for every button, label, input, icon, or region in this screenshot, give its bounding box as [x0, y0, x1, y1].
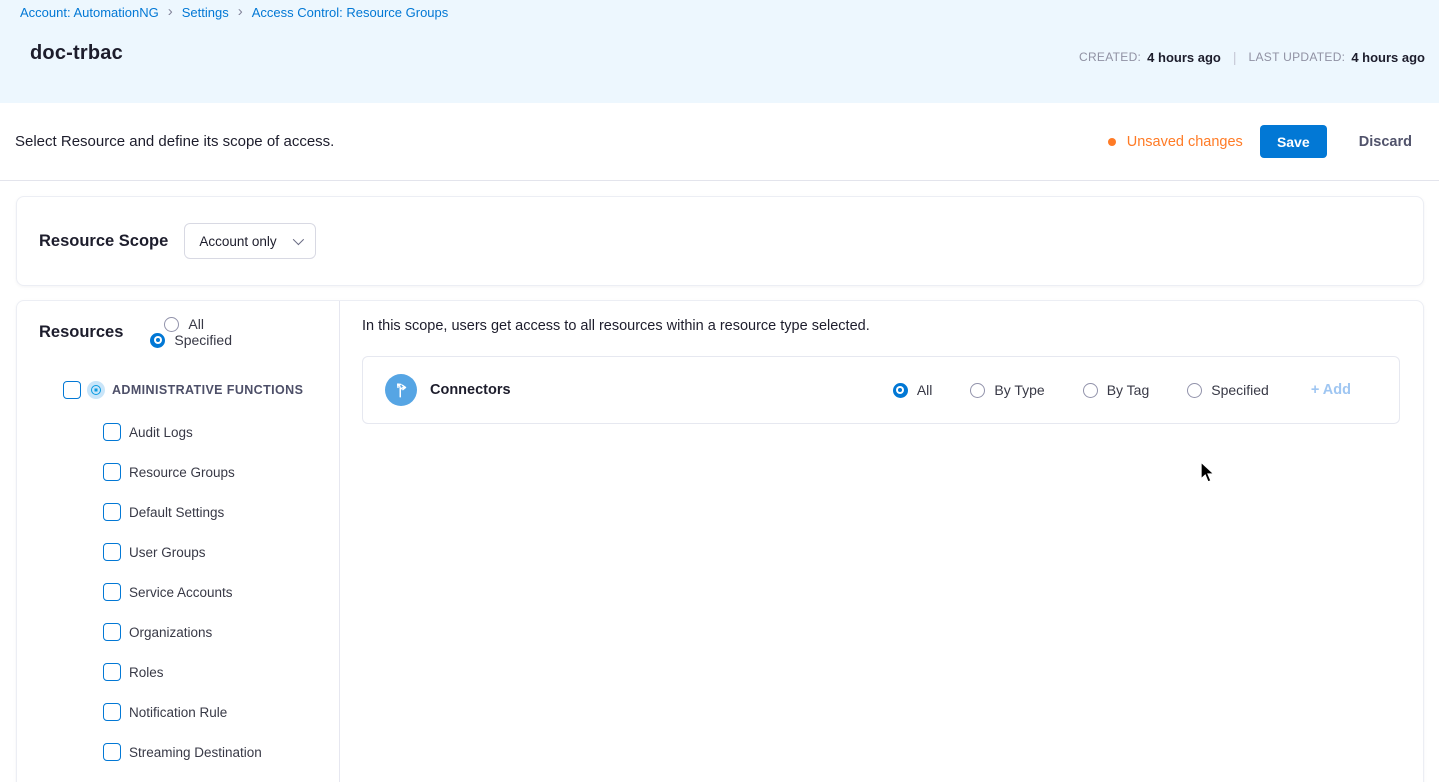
checkbox-icon[interactable] [103, 543, 121, 561]
checkbox-icon[interactable] [103, 743, 121, 761]
radio-unselected-icon[interactable] [164, 317, 179, 332]
resource-item-label: User Groups [129, 545, 206, 560]
resource-item-organizations: Organizations [17, 612, 339, 652]
resource-item-label: Resource Groups [129, 465, 235, 480]
page-header: Account: AutomationNG › Settings › Acces… [0, 0, 1439, 103]
connectors-option-all[interactable]: All [893, 382, 933, 398]
resource-scope-selected-value: Account only [199, 234, 276, 249]
action-toolbar: Select Resource and define its scope of … [0, 103, 1439, 181]
resource-item-label: Audit Logs [129, 425, 193, 440]
resource-item-streaming-destination: Streaming Destination [17, 732, 339, 772]
radio-selected-icon[interactable] [893, 383, 908, 398]
unsaved-changes-label: Unsaved changes [1127, 134, 1243, 150]
group-state-badge-icon [87, 381, 105, 399]
scope-instruction-text: Select Resource and define its scope of … [15, 133, 334, 150]
connectors-scope-options: All By Type By Tag Specified + Add [893, 382, 1351, 398]
resources-sidebar-header: Resources AllSpecified [17, 317, 339, 347]
page-title: doc-trbac [30, 42, 123, 65]
resources-panel: Resources AllSpecified ADMINISTRATIVE FU… [16, 300, 1424, 782]
resources-option-label: All [188, 316, 204, 332]
resources-title: Resources [39, 323, 123, 342]
breadcrumb-access-control-link[interactable]: Access Control: Resource Groups [252, 5, 449, 20]
resource-item-user-groups: User Groups [17, 532, 339, 572]
meta-divider: | [1233, 49, 1237, 65]
resources-option-label: Specified [174, 332, 232, 348]
unsaved-changes-indicator: Unsaved changes [1108, 134, 1243, 150]
group-label: ADMINISTRATIVE FUNCTIONS [112, 383, 303, 397]
resource-scope-label: Resource Scope [39, 232, 168, 251]
resource-scope-panel: Resource Scope Account only [16, 196, 1424, 286]
checkbox-icon[interactable] [103, 503, 121, 521]
resource-group-row: ADMINISTRATIVE FUNCTIONS [17, 379, 339, 401]
radio-unselected-icon[interactable] [1187, 383, 1202, 398]
resource-item-audit-logs: Audit Logs [17, 412, 339, 452]
breadcrumb-account-link[interactable]: Account: AutomationNG [20, 5, 159, 20]
checkbox-icon[interactable] [103, 663, 121, 681]
breadcrumb-separator-icon: › [168, 4, 173, 21]
created-value: 4 hours ago [1147, 50, 1221, 65]
discard-button[interactable]: Discard [1359, 134, 1412, 150]
resources-option-specified[interactable]: Specified [150, 332, 232, 348]
connectors-option-label: By Type [994, 382, 1044, 398]
radio-selected-icon[interactable] [150, 333, 165, 348]
resource-item-label: Default Settings [129, 505, 224, 520]
resource-scope-select[interactable]: Account only [184, 223, 316, 259]
unsaved-indicator-dot-icon [1108, 138, 1116, 146]
radio-unselected-icon[interactable] [970, 383, 985, 398]
resource-item-notification-rule: Notification Rule [17, 692, 339, 732]
checkbox-icon[interactable] [103, 703, 121, 721]
fork-arrows-icon [385, 374, 417, 406]
resource-item-label: Notification Rule [129, 705, 227, 720]
breadcrumb: Account: AutomationNG › Settings › Acces… [20, 4, 448, 21]
resource-item-default-settings: Default Settings [17, 492, 339, 532]
connectors-option-by-tag[interactable]: By Tag [1083, 382, 1150, 398]
connectors-option-label: Specified [1211, 382, 1269, 398]
radio-unselected-icon[interactable] [1083, 383, 1098, 398]
resource-item-label: Streaming Destination [129, 745, 262, 760]
resource-item-label: Service Accounts [129, 585, 233, 600]
checkbox-icon[interactable] [103, 623, 121, 641]
last-updated-label: LAST UPDATED: [1249, 50, 1346, 64]
resource-item-label: Roles [129, 665, 164, 680]
checkbox-icon[interactable] [103, 463, 121, 481]
scope-note-text: In this scope, users get access to all r… [362, 318, 1400, 334]
connectors-option-specified[interactable]: Specified [1187, 382, 1269, 398]
resource-item-label: Organizations [129, 625, 212, 640]
resource-item-roles: Roles [17, 652, 339, 692]
checkbox-icon[interactable] [103, 423, 121, 441]
breadcrumb-settings-link[interactable]: Settings [182, 5, 229, 20]
created-label: CREATED: [1079, 50, 1141, 64]
chevron-down-icon [292, 234, 303, 245]
group-checkbox[interactable] [63, 381, 81, 399]
add-resources-link[interactable]: + Add [1311, 382, 1351, 398]
connectors-option-label: By Tag [1107, 382, 1150, 398]
resources-sidebar: Resources AllSpecified ADMINISTRATIVE FU… [17, 301, 340, 782]
connectors-label: Connectors [430, 382, 511, 398]
timestamps: CREATED: 4 hours ago | LAST UPDATED: 4 h… [1079, 49, 1425, 65]
checkbox-icon[interactable] [103, 583, 121, 601]
resources-option-all[interactable]: All [164, 316, 232, 332]
connectors-option-label: All [917, 382, 933, 398]
breadcrumb-separator-icon: › [238, 4, 243, 21]
resource-checkbox-list: Audit Logs Resource Groups Default Setting… [17, 412, 339, 772]
save-button[interactable]: Save [1260, 125, 1327, 158]
connectors-row: Connectors All By Type By Tag Specified + Ad… [362, 356, 1400, 424]
connectors-option-by-type[interactable]: By Type [970, 382, 1044, 398]
last-updated-value: 4 hours ago [1351, 50, 1425, 65]
resource-item-service-accounts: Service Accounts [17, 572, 339, 612]
scope-content: In this scope, users get access to all r… [340, 301, 1423, 782]
resource-item-resource-groups: Resource Groups [17, 452, 339, 492]
